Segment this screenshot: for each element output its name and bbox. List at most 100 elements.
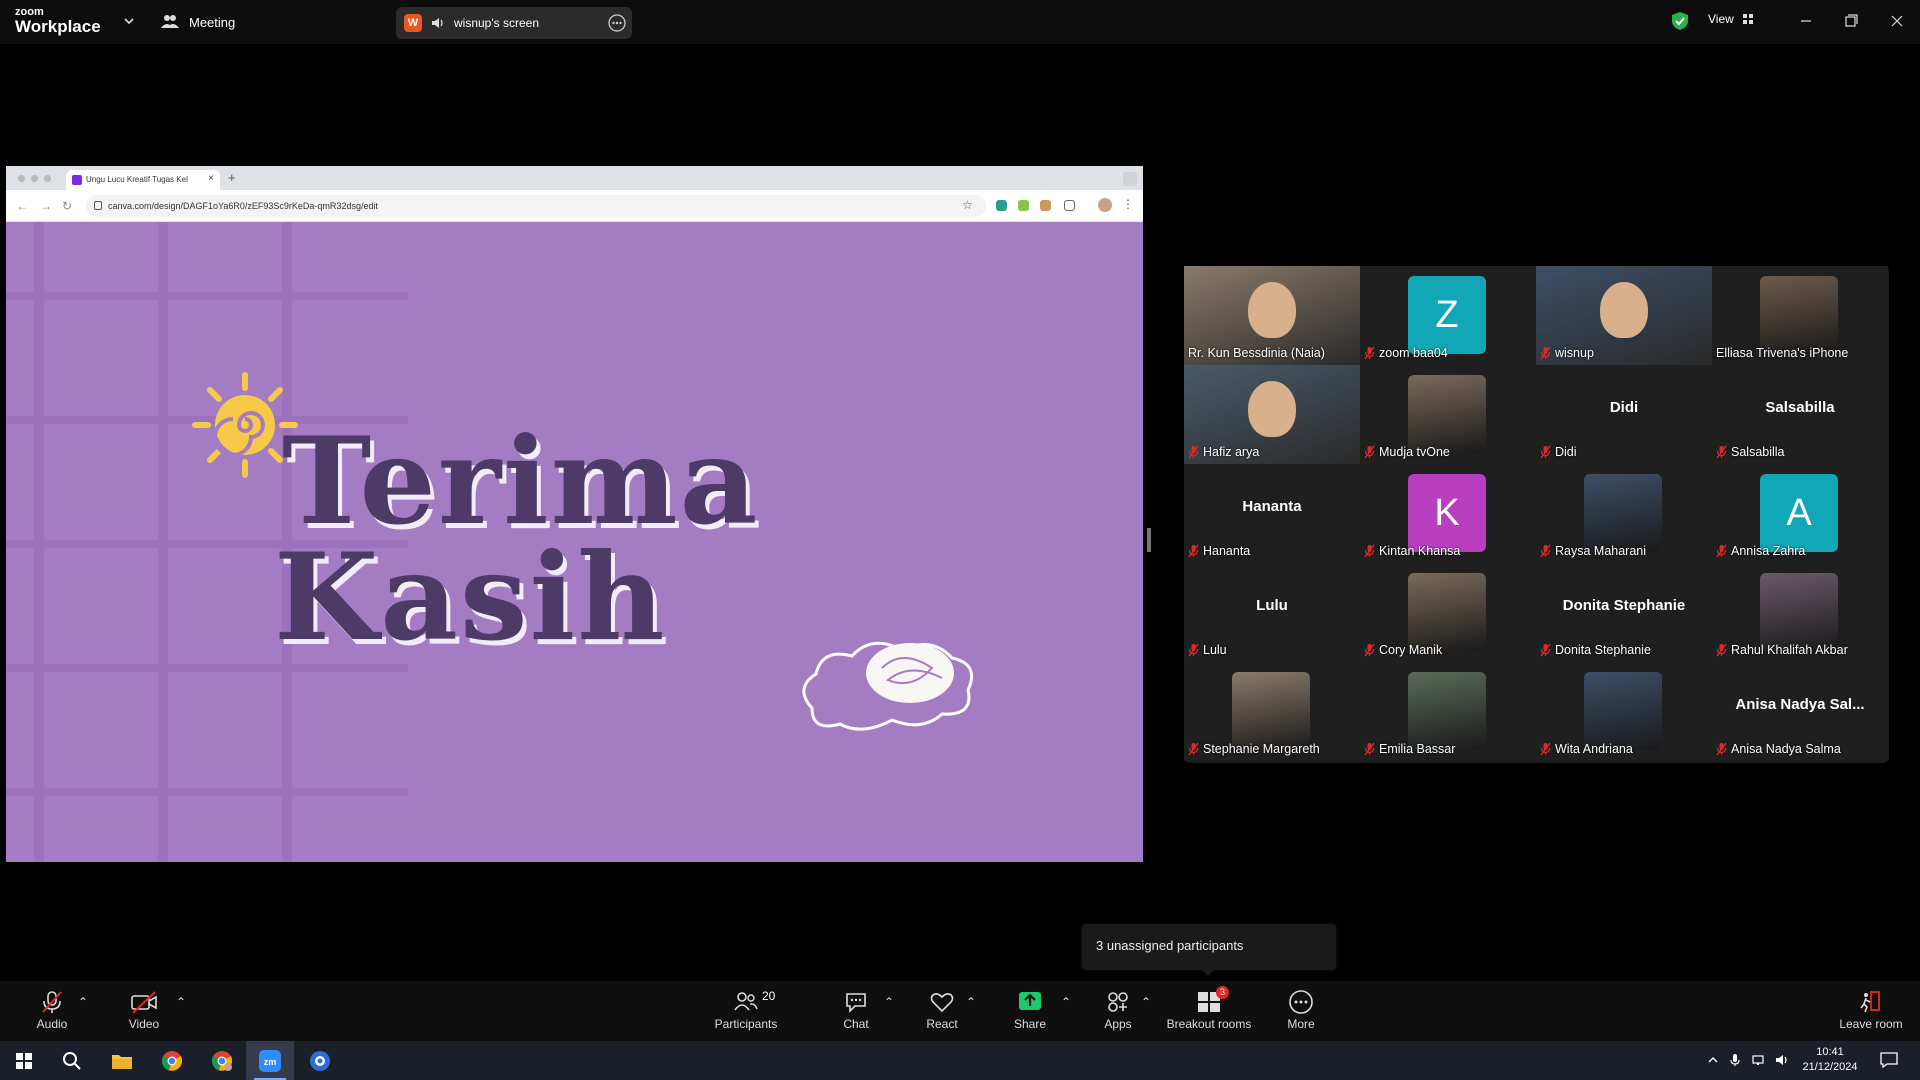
participant-avatar: A [1760, 474, 1838, 552]
participant-tile[interactable]: Cory Manik [1360, 563, 1536, 662]
system-clock[interactable]: 10:41 21/12/2024 [1790, 1045, 1870, 1075]
extension-icon[interactable] [1040, 200, 1051, 211]
tray-microphone-icon[interactable] [1728, 1053, 1742, 1067]
minimize-icon[interactable] [1794, 10, 1818, 32]
screen-tool-button[interactable] [296, 1041, 344, 1080]
splitter-handle[interactable] [1147, 528, 1151, 552]
participant-label: Anisa Nadya Salma [1716, 740, 1841, 758]
forward-icon[interactable]: → [40, 199, 52, 213]
audio-options-caret-icon[interactable]: ⌃ [78, 995, 88, 1043]
share-button[interactable]: Share [1010, 989, 1050, 1037]
browser-tab[interactable]: Ungu Lucu Kreatif Tugas Kel × [66, 170, 220, 190]
participant-tile[interactable]: K Kintan Khansa [1360, 464, 1536, 563]
bookmark-star-icon[interactable]: ☆ [962, 198, 973, 212]
participant-tile[interactable]: Emilia Bassar [1360, 662, 1536, 761]
share-options-caret-icon[interactable]: ⌃ [1061, 995, 1071, 1043]
chrome-button[interactable] [148, 1041, 196, 1080]
zoom-taskbar-button[interactable]: zm [246, 1041, 294, 1080]
tray-chevron-up-icon[interactable] [1706, 1053, 1720, 1067]
search-button[interactable] [48, 1041, 96, 1080]
video-button[interactable]: Video [124, 989, 164, 1037]
address-bar[interactable]: canva.com/design/DAGF1oYa6R0/zEF93Sc9rKe… [86, 195, 986, 217]
participant-tile[interactable]: wisnup [1536, 266, 1712, 365]
apps-options-caret-icon[interactable]: ⌃ [1141, 995, 1151, 1043]
network-icon[interactable] [1752, 1053, 1766, 1067]
participant-tile[interactable]: Stephanie Margareth [1184, 662, 1360, 761]
file-explorer-button[interactable] [98, 1041, 146, 1080]
speaker-icon[interactable] [430, 15, 446, 31]
extensions-puzzle-icon[interactable] [1064, 200, 1075, 211]
participant-tile[interactable]: Wita Andriana [1536, 662, 1712, 761]
volume-icon[interactable] [1775, 1053, 1789, 1067]
participant-tile[interactable]: Lulu Lulu [1184, 563, 1360, 662]
extension-icon[interactable] [1018, 200, 1029, 211]
profile-avatar[interactable] [1098, 198, 1112, 212]
leave-room-button[interactable]: Leave room [1838, 989, 1904, 1037]
participant-name: Donita Stephanie [1555, 643, 1651, 657]
tab-search-icon[interactable] [1123, 172, 1137, 186]
chrome-profile-icon [211, 1050, 233, 1071]
chat-button[interactable]: Chat [836, 989, 876, 1037]
participant-label: zoom baa04 [1364, 344, 1448, 362]
audio-button[interactable]: Audio [32, 989, 72, 1037]
participant-tile[interactable]: Raysa Maharani [1536, 464, 1712, 563]
participant-photo [1584, 672, 1662, 750]
participant-name: Didi [1555, 445, 1577, 459]
apps-label: Apps [1104, 1017, 1132, 1031]
site-info-icon[interactable] [94, 201, 102, 210]
canva-slide[interactable]: Terima Kasih [6, 222, 1143, 862]
more-button[interactable]: More [1284, 989, 1318, 1037]
view-button[interactable]: View [1708, 12, 1754, 26]
close-tab-icon[interactable]: × [208, 173, 214, 184]
participant-label: Mudja tvOne [1364, 443, 1450, 461]
participant-tile[interactable]: Didi Didi [1536, 365, 1712, 464]
chevron-down-icon[interactable] [122, 14, 136, 28]
participant-tile[interactable]: Zzoom baa04 [1360, 266, 1536, 365]
browser-menu-icon[interactable]: ⋮ [1122, 197, 1134, 211]
back-icon[interactable]: ← [16, 199, 28, 213]
start-button[interactable] [0, 1041, 48, 1080]
folder-icon [112, 1054, 132, 1069]
cloud-scribble-icon [802, 641, 973, 731]
svg-text:zm: zm [264, 1057, 277, 1067]
windows-taskbar: zm 10:41 21/12/2024 [0, 1041, 1920, 1080]
participant-tile[interactable]: Hafiz arya [1184, 365, 1360, 464]
encryption-shield-icon[interactable] [1671, 11, 1689, 31]
reload-icon[interactable]: ↻ [62, 199, 72, 213]
more-icon [1289, 990, 1313, 1014]
participant-tile[interactable]: A Annisa Zahra [1712, 464, 1888, 563]
notification-icon[interactable] [1880, 1052, 1898, 1068]
react-label: React [926, 1017, 958, 1031]
close-icon[interactable] [1885, 10, 1909, 32]
participant-tile[interactable]: Elliasa Trivena's iPhone [1712, 266, 1888, 365]
participant-tile[interactable]: Rr. Kun Bessdinia (Naia) [1184, 266, 1360, 365]
participant-tile[interactable]: Hananta Hananta [1184, 464, 1360, 563]
participants-button[interactable]: 20 Participants [712, 989, 780, 1037]
new-tab-icon[interactable]: + [228, 170, 236, 185]
apps-button[interactable]: Apps [1098, 989, 1138, 1037]
meeting-label: Meeting [189, 14, 236, 30]
participant-label: Salsabilla [1716, 443, 1785, 461]
participant-name: Hananta [1203, 544, 1251, 558]
restore-icon[interactable] [1839, 10, 1863, 32]
meeting-menu-button[interactable]: Meeting [161, 12, 235, 32]
screen-share-indicator[interactable]: W wisnup's screen [396, 7, 632, 39]
react-options-caret-icon[interactable]: ⌃ [966, 995, 976, 1043]
react-button[interactable]: React [920, 989, 964, 1037]
participant-tile[interactable]: Rahul Khalifah Akbar [1712, 563, 1888, 662]
participant-label: Annisa Zahra [1716, 542, 1805, 560]
breakout-rooms-button[interactable]: 3 Breakout rooms [1166, 986, 1252, 1037]
muted-mic-icon [1540, 742, 1551, 756]
participant-tile[interactable]: Anisa Nadya Sal... Anisa Nadya Salma [1712, 662, 1888, 761]
shared-screen[interactable]: Ungu Lucu Kreatif Tugas Kel × + ← → ↻ ca… [6, 166, 1143, 862]
participant-tile[interactable]: Mudja tvOne [1360, 365, 1536, 464]
video-options-caret-icon[interactable]: ⌃ [176, 995, 186, 1043]
more-options-icon[interactable] [608, 14, 626, 32]
participant-tile[interactable]: Donita Stephanie Donita Stephanie [1536, 563, 1712, 662]
chat-options-caret-icon[interactable]: ⌃ [884, 995, 894, 1043]
participant-tile[interactable]: Salsabilla Salsabilla [1712, 365, 1888, 464]
zoom-window: zoom Workplace Meeting W wisnup's screen… [0, 0, 1920, 1080]
view-label: View [1708, 12, 1734, 26]
chrome-profile-button[interactable] [198, 1041, 246, 1080]
extension-icon[interactable] [996, 200, 1007, 211]
